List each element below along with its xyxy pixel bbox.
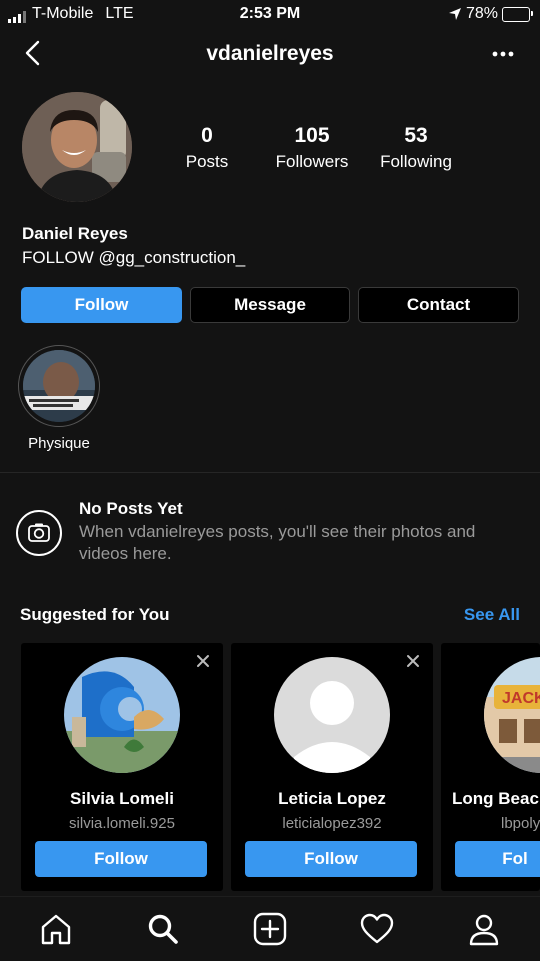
activity-heart-icon[interactable] bbox=[359, 911, 395, 947]
default-avatar-icon bbox=[274, 657, 390, 773]
profile-avatar[interactable] bbox=[22, 92, 132, 202]
suggestion-follow-button[interactable]: Follow bbox=[35, 841, 207, 877]
suggestion-card[interactable]: Leticia Lopez leticialopez392 Follow bbox=[231, 643, 433, 891]
following-count: 53 bbox=[404, 124, 428, 147]
posts-label: Posts bbox=[185, 152, 229, 171]
new-post-icon[interactable] bbox=[252, 911, 288, 947]
message-button[interactable]: Message bbox=[190, 287, 350, 323]
profile-full-name: Daniel Reyes bbox=[22, 224, 128, 243]
see-all-link[interactable]: See All bbox=[464, 605, 520, 625]
suggestion-name: Long Beac bbox=[452, 789, 539, 808]
page-title: vdanielreyes bbox=[206, 42, 334, 65]
suggestion-name: Leticia Lopez bbox=[278, 789, 386, 808]
battery-percent: 78% bbox=[465, 5, 498, 22]
divider bbox=[0, 472, 540, 473]
suggestion-avatar: JACK bbox=[484, 657, 540, 773]
avatar-photo bbox=[22, 92, 132, 202]
posts-stat[interactable]: 0 Posts bbox=[177, 124, 237, 172]
profile-bio[interactable]: FOLLOW @gg_construction_ bbox=[22, 248, 245, 268]
suggestion-username: lbpoly bbox=[501, 815, 540, 832]
close-icon[interactable] bbox=[195, 653, 211, 669]
suggestion-card[interactable]: JACK Long Beac lbpoly Fol bbox=[441, 643, 540, 891]
empty-state-title: No Posts Yet bbox=[79, 499, 183, 518]
svg-text:JACK: JACK bbox=[502, 690, 540, 707]
suggested-title: Suggested for You bbox=[20, 605, 170, 624]
home-icon[interactable] bbox=[38, 911, 74, 947]
tab-bar bbox=[0, 896, 540, 961]
suggestion-card[interactable]: Silvia Lomeli silvia.lomeli.925 Follow bbox=[21, 643, 223, 891]
following-label: Following bbox=[380, 152, 452, 171]
status-right: 78% bbox=[448, 5, 533, 23]
search-icon[interactable] bbox=[145, 911, 181, 947]
followers-stat[interactable]: 105 Followers bbox=[266, 124, 358, 172]
highlight-label: Physique bbox=[28, 435, 90, 452]
location-arrow-icon bbox=[448, 8, 461, 20]
highlight-image bbox=[23, 350, 95, 422]
suggestion-follow-button[interactable]: Follow bbox=[245, 841, 417, 877]
suggestion-follow-button[interactable]: Fol bbox=[455, 841, 540, 877]
close-icon[interactable] bbox=[405, 653, 421, 669]
contact-button[interactable]: Contact bbox=[358, 287, 519, 323]
camera-icon bbox=[16, 510, 62, 556]
profile-icon[interactable] bbox=[466, 911, 502, 947]
empty-state-text: When vdanielreyes posts, you'll see thei… bbox=[79, 522, 476, 563]
follow-button[interactable]: Follow bbox=[21, 287, 182, 323]
suggestion-username: leticialopez392 bbox=[282, 815, 382, 832]
highlight-cover bbox=[23, 350, 95, 422]
suggestion-name: Silvia Lomeli bbox=[70, 789, 174, 808]
ellipsis-icon[interactable] bbox=[488, 42, 518, 66]
suggestion-username: silvia.lomeli.925 bbox=[69, 815, 175, 832]
story-highlight[interactable] bbox=[18, 345, 100, 427]
posts-count: 0 bbox=[201, 124, 213, 147]
followers-count: 105 bbox=[294, 124, 330, 147]
status-bar: T-Mobile LTE 2:53 PM 78% bbox=[0, 0, 540, 30]
followers-label: Followers bbox=[275, 152, 349, 171]
following-stat[interactable]: 53 Following bbox=[372, 124, 460, 172]
battery-icon bbox=[502, 6, 533, 22]
suggestion-avatar bbox=[64, 657, 180, 773]
